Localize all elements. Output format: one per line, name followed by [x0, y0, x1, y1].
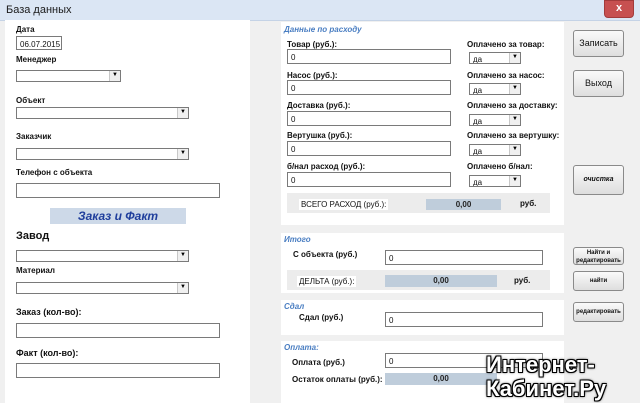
window-title: База данных: [6, 4, 72, 16]
total-expense-value: 0,00: [426, 199, 501, 210]
delta-unit: руб.: [514, 276, 531, 285]
delivery-label: Доставка (руб.):: [287, 101, 351, 110]
spinner-field[interactable]: 0: [287, 141, 451, 156]
clear-button[interactable]: очистка: [573, 165, 624, 195]
delivery-paid-select[interactable]: да ▼: [469, 114, 521, 126]
watermark-logo: Интернет- Кабинет.Ру: [486, 353, 606, 401]
find-edit-button[interactable]: Найти и редактировать: [573, 247, 624, 265]
find-button[interactable]: найти: [573, 271, 624, 291]
date-field[interactable]: 06.07.2015: [16, 36, 62, 50]
chevron-down-icon[interactable]: ▼: [177, 149, 188, 159]
spinner-paid-label: Оплачено за вертушку:: [467, 131, 560, 140]
chevron-down-icon[interactable]: ▼: [509, 176, 520, 186]
delivery-paid-value: да: [473, 117, 483, 126]
title-bar: База данных x: [0, 0, 640, 21]
fact-qty-field[interactable]: [16, 363, 220, 378]
pump-paid-label: Оплачено за насос:: [467, 71, 545, 80]
goods-field[interactable]: 0: [287, 49, 451, 64]
spinner-label: Вертушка (руб.):: [287, 131, 353, 140]
cashless-paid-label: Оплачено б/нал:: [467, 162, 533, 171]
material-label: Материал: [16, 266, 55, 275]
close-button[interactable]: x: [604, 0, 634, 18]
total-expense-unit: руб.: [520, 199, 537, 208]
pump-label: Насос (руб.):: [287, 71, 338, 80]
pump-field[interactable]: 0: [287, 80, 451, 95]
object-select[interactable]: ▼: [16, 107, 189, 119]
watermark-line1: Интернет-: [486, 352, 595, 377]
fact-qty-label: Факт (кол-во):: [16, 348, 79, 358]
cashless-paid-value: да: [473, 178, 483, 187]
save-button[interactable]: Записать: [573, 30, 624, 57]
order-qty-field[interactable]: [16, 323, 220, 338]
from-object-field[interactable]: 0: [385, 250, 543, 265]
goods-paid-select[interactable]: да ▼: [469, 52, 521, 64]
chevron-down-icon[interactable]: ▼: [177, 251, 188, 261]
chevron-down-icon[interactable]: ▼: [109, 71, 120, 81]
pump-paid-select[interactable]: да ▼: [469, 83, 521, 95]
total-section-title: Итого: [284, 235, 311, 244]
chevron-down-icon[interactable]: ▼: [177, 283, 188, 293]
goods-label: Товар (руб.):: [287, 40, 338, 49]
delivery-field[interactable]: 0: [287, 111, 451, 126]
remaining-label: Остаток оплаты (руб.):: [292, 375, 383, 384]
manager-select[interactable]: ▼: [16, 70, 121, 82]
edit-button[interactable]: редактировать: [573, 302, 624, 322]
order-qty-label: Заказ (кол-во):: [16, 307, 82, 317]
chevron-down-icon[interactable]: ▼: [509, 145, 520, 155]
customer-label: Заказчик: [16, 132, 52, 141]
delivery-paid-label: Оплачено за доставку:: [467, 101, 558, 110]
chevron-down-icon[interactable]: ▼: [509, 53, 520, 63]
delta-value: 0,00: [385, 275, 497, 287]
chevron-down-icon[interactable]: ▼: [177, 108, 188, 118]
handed-section-title: Сдал: [284, 302, 305, 311]
handed-field[interactable]: 0: [385, 312, 543, 327]
order-fact-banner: Заказ и Факт: [50, 208, 186, 224]
chevron-down-icon[interactable]: ▼: [509, 84, 520, 94]
goods-paid-label: Оплачено за товар:: [467, 40, 545, 49]
payment-section-title: Оплата:: [284, 343, 319, 352]
spinner-paid-value: да: [473, 147, 483, 156]
chevron-down-icon[interactable]: ▼: [509, 115, 520, 125]
cashless-paid-select[interactable]: да ▼: [469, 175, 521, 187]
payment-label: Оплата (руб.): [292, 358, 345, 367]
object-label: Объект: [16, 96, 46, 105]
cashless-label: б/нал расход (руб.):: [287, 162, 366, 171]
expenses-section-title: Данные по расходу: [284, 25, 362, 34]
cashless-field[interactable]: 0: [287, 172, 451, 187]
phone-field[interactable]: [16, 183, 220, 198]
watermark-line2: Кабинет.Ру: [486, 376, 607, 401]
from-object-label: С объекта (руб.): [293, 250, 358, 259]
goods-paid-value: да: [473, 55, 483, 64]
date-label: Дата: [16, 25, 35, 34]
customer-select[interactable]: ▼: [16, 148, 189, 160]
remaining-value: 0,00: [385, 373, 497, 385]
manager-label: Менеджер: [16, 55, 57, 64]
delta-label: ДЕЛЬТА (руб.):: [297, 276, 357, 287]
phone-label: Телефон с объекта: [16, 168, 93, 177]
exit-button[interactable]: Выход: [573, 70, 624, 97]
plant-label: Завод: [16, 230, 50, 242]
handed-label: Сдал (руб.): [299, 313, 344, 322]
material-select[interactable]: ▼: [16, 282, 189, 294]
spinner-paid-select[interactable]: да ▼: [469, 144, 521, 156]
total-expense-label: ВСЕГО РАСХОД (руб.):: [299, 199, 389, 210]
plant-select[interactable]: ▼: [16, 250, 189, 262]
pump-paid-value: да: [473, 86, 483, 95]
main-window: База данных x Дата 06.07.2015 Менеджер ▼…: [0, 0, 640, 403]
